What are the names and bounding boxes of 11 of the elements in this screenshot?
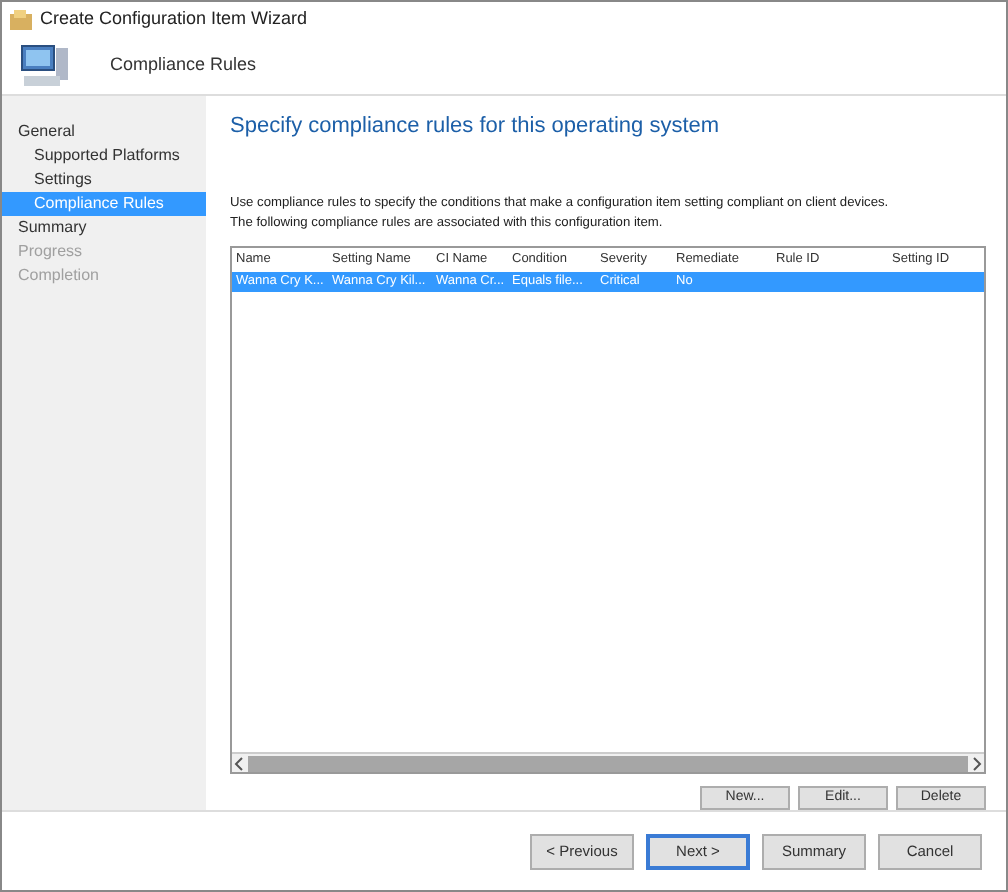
window-title: Create Configuration Item Wizard: [40, 6, 308, 33]
nav-item[interactable]: Settings: [2, 168, 206, 193]
nav-item[interactable]: Supported Platforms: [2, 144, 206, 169]
page-heading: Specify compliance rules for this operating system: [230, 112, 722, 143]
scroll-right-icon[interactable]: [968, 755, 984, 772]
nav-item[interactable]: Summary: [2, 216, 206, 241]
scroll-left-icon[interactable]: [232, 755, 248, 772]
scroll-thumb[interactable]: [248, 755, 968, 772]
header-title: Compliance Rules: [110, 52, 257, 79]
horizontal-scrollbar[interactable]: [232, 752, 984, 773]
nav-item[interactable]: General: [2, 120, 206, 145]
